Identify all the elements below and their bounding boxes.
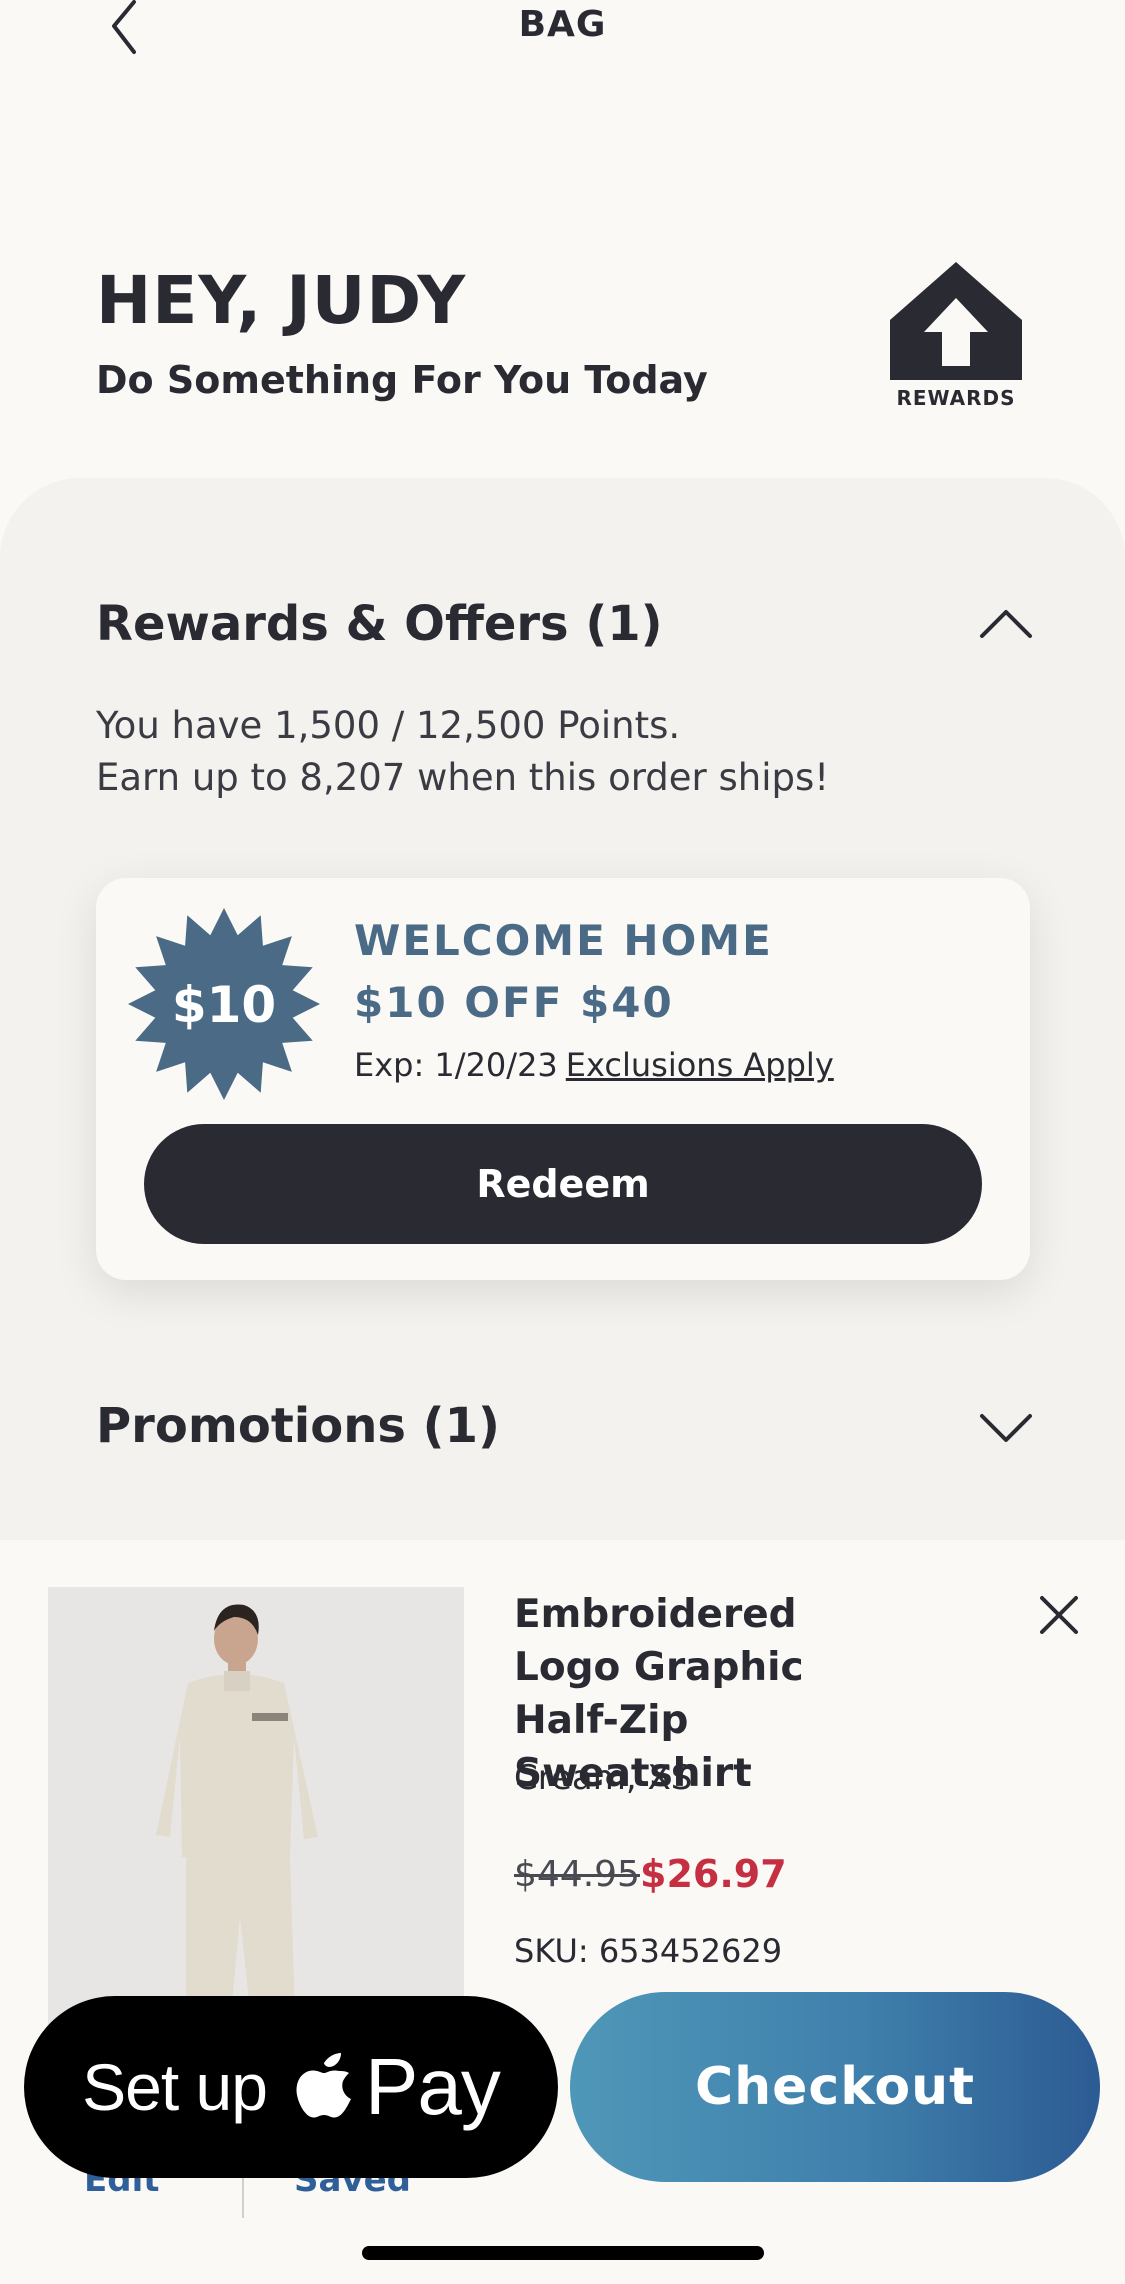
applepay-setup-text: Set up	[82, 2050, 268, 2124]
apple-pay-setup-button[interactable]: Set up Pay	[24, 1996, 558, 2178]
offer-subtitle: $10 OFF $40	[354, 978, 674, 1027]
offer-card: $10 WELCOME HOME $10 OFF $40 Exp: 1/20/2…	[96, 878, 1030, 1280]
greeting-subtitle: Do Something For You Today	[96, 358, 708, 402]
sale-price: $26.97	[640, 1852, 787, 1896]
offer-title: WELCOME HOME	[354, 916, 773, 965]
promotions-heading[interactable]: Promotions (1)	[96, 1398, 500, 1454]
promotions-expand-toggle[interactable]	[978, 1408, 1034, 1448]
product-variant: Cream, XS	[514, 1758, 693, 1798]
redeem-button[interactable]: Redeem	[144, 1124, 982, 1244]
model-sweatshirt-image	[48, 1587, 464, 2047]
rewards-collapse-toggle[interactable]	[978, 604, 1034, 644]
earn-line: Earn up to 8,207 when this order ships!	[96, 756, 830, 799]
rewards-logo-text: REWARDS	[896, 386, 1016, 410]
nav-bar: BAG	[0, 0, 1125, 70]
rewards-logo: REWARDS	[884, 258, 1028, 410]
apple-logo-icon	[296, 2053, 351, 2118]
close-icon	[1040, 1596, 1078, 1634]
house-arrow-icon	[890, 262, 1022, 380]
points-info: You have 1,500 / 12,500 Points. Earn up …	[96, 700, 829, 804]
product-sku: SKU: 653452629	[514, 1932, 783, 1970]
offer-exp-date: Exp: 1/20/23	[354, 1046, 558, 1084]
offer-badge-text: $10	[172, 976, 276, 1034]
offer-badge: $10	[126, 906, 322, 1102]
checkout-button[interactable]: Checkout	[570, 1992, 1100, 2182]
product-image[interactable]	[48, 1587, 464, 2047]
greeting-title: HEY, JUDY	[96, 262, 467, 339]
page-title: BAG	[518, 4, 607, 45]
remove-item-button[interactable]	[1036, 1592, 1082, 1638]
original-price: $44.95	[514, 1854, 640, 1895]
exclusions-link[interactable]: Exclusions Apply	[566, 1046, 834, 1084]
home-indicator	[362, 2246, 764, 2260]
rewards-offers-heading[interactable]: Rewards & Offers (1)	[96, 596, 663, 652]
starburst-badge-icon: $10	[128, 908, 320, 1100]
applepay-pay-text: Pay	[364, 2042, 501, 2131]
chevron-up-icon	[980, 610, 1032, 638]
points-line: You have 1,500 / 12,500 Points.	[96, 704, 681, 747]
chevron-down-icon	[980, 1414, 1032, 1442]
offer-expiration: Exp: 1/20/23 Exclusions Apply	[354, 1046, 834, 1084]
